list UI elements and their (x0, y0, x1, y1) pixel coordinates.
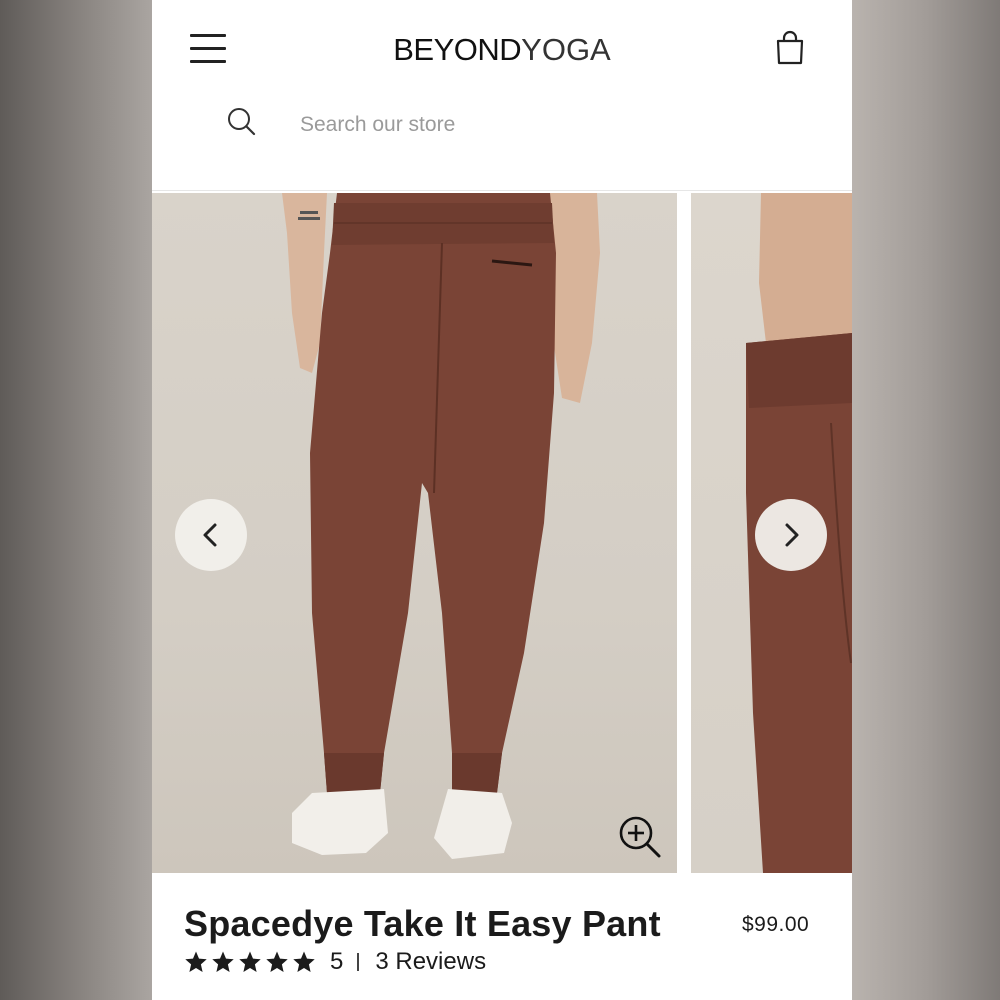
logo-secondary: YOGA (521, 32, 611, 67)
rating-divider (357, 953, 360, 971)
rating-stars (184, 950, 316, 974)
star-icon (239, 951, 261, 972)
product-info: Spacedye Take It Easy Pant $99.00 5 3 Re… (152, 873, 852, 1000)
zoom-in-icon[interactable] (618, 815, 662, 859)
background-right (852, 0, 1000, 1000)
rating-row: 5 3 Reviews (184, 947, 486, 977)
product-image-carousel[interactable] (152, 193, 852, 873)
star-icon (212, 951, 234, 972)
star-icon (185, 951, 207, 972)
carousel-prev-button[interactable] (175, 499, 247, 571)
search-icon[interactable] (226, 106, 258, 138)
background-left (0, 0, 152, 1000)
carousel-next-button[interactable] (755, 499, 827, 571)
site-header: BEYONDYOGA (152, 0, 852, 191)
reviews-link[interactable]: 3 Reviews (375, 948, 486, 976)
shopping-bag-icon[interactable] (774, 30, 806, 66)
chevron-left-icon (203, 523, 217, 547)
product-price: $99.00 (742, 913, 810, 936)
search-bar (152, 96, 852, 152)
brand-logo[interactable]: BEYONDYOGA (152, 32, 852, 68)
star-icon (293, 951, 315, 972)
product-title: Spacedye Take It Easy Pant (184, 903, 661, 944)
rating-value: 5 (330, 948, 344, 975)
mobile-page: BEYONDYOGA Search our store Spacedye Tak… (152, 0, 852, 1000)
star-icon (266, 951, 288, 972)
chevron-right-icon (785, 523, 799, 547)
search-input[interactable] (298, 106, 782, 144)
logo-primary: BEYOND (393, 32, 522, 67)
